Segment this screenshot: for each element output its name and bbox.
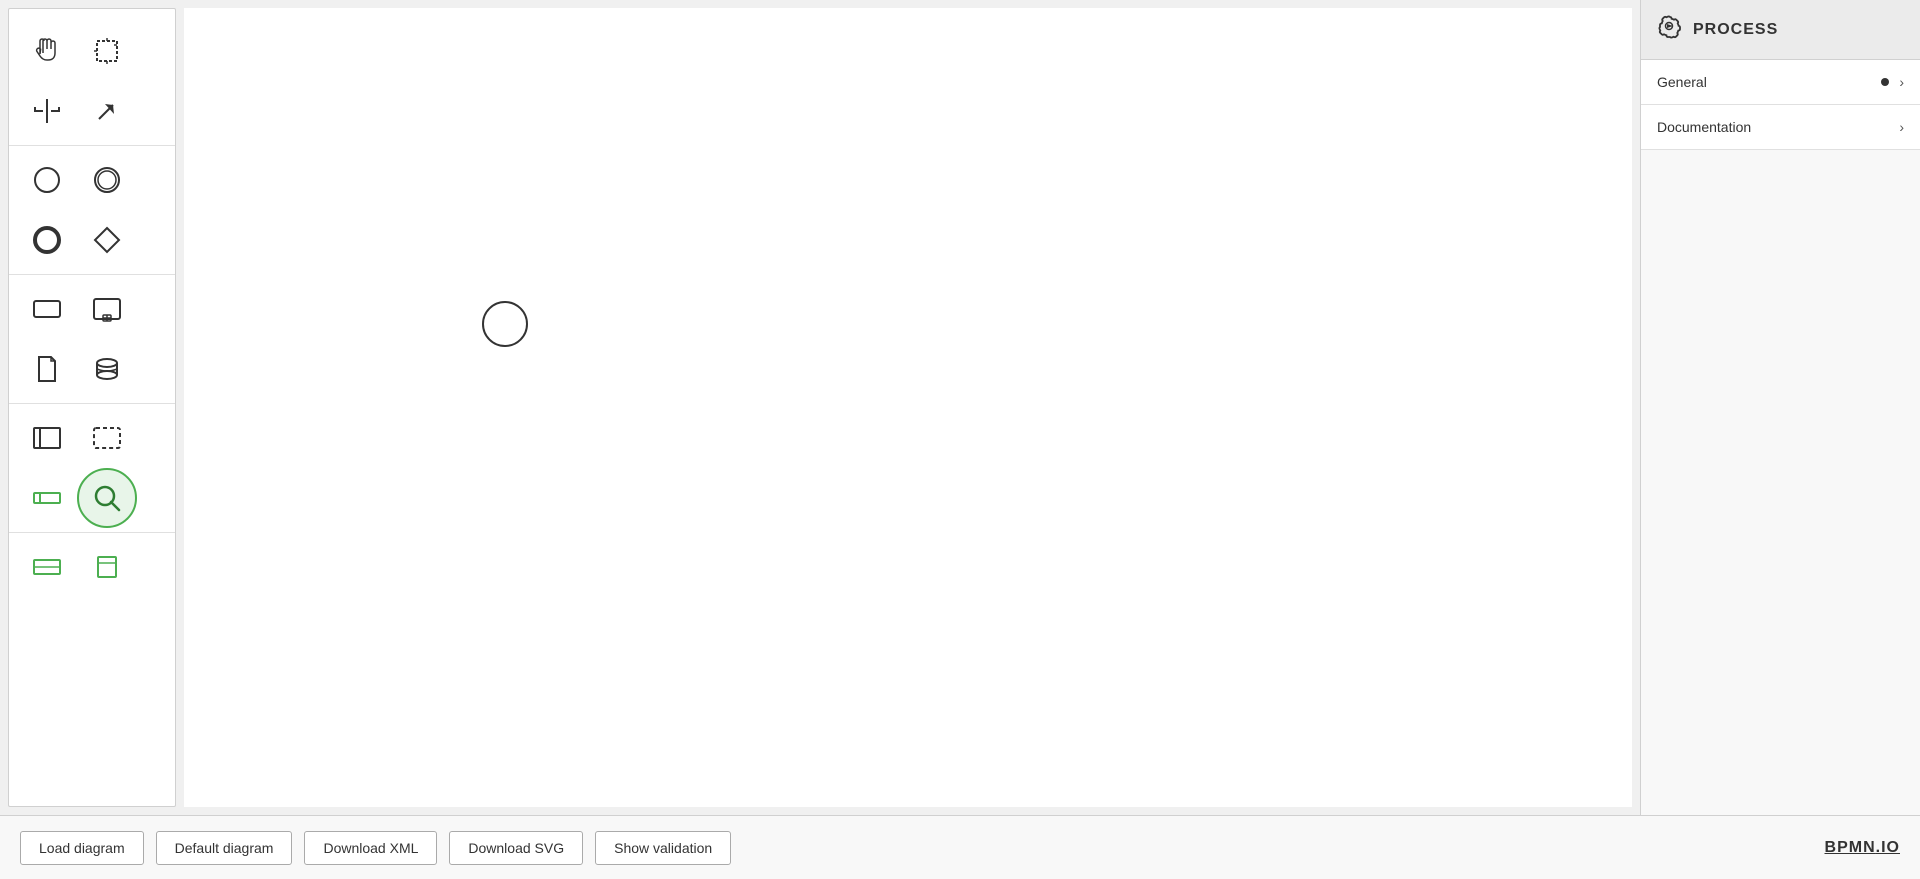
task-icon <box>29 291 65 327</box>
data-store-tool[interactable] <box>77 339 137 399</box>
start-event-icon <box>29 162 65 198</box>
right-panel: PROCESS General › Documentation › <box>1640 0 1920 815</box>
end-event-icon <box>29 222 65 258</box>
split-icon <box>29 93 65 129</box>
gear-play-icon <box>1657 14 1683 46</box>
find-tool[interactable] <box>77 468 137 528</box>
toolbar <box>8 8 176 807</box>
start-event-tool[interactable] <box>17 150 77 210</box>
marquee-select-tool[interactable] <box>77 21 137 81</box>
general-chevron-icon: › <box>1899 74 1904 90</box>
hand-icon <box>29 33 65 69</box>
arrow-icon <box>89 93 125 129</box>
bpmn-logo-text: BPMN.IO <box>1825 839 1900 856</box>
intermediate-event-tool[interactable] <box>77 150 137 210</box>
connect-tool[interactable] <box>77 81 137 141</box>
documentation-chevron-icon: › <box>1899 119 1904 135</box>
load-diagram-button[interactable]: Load diagram <box>20 831 144 865</box>
default-diagram-button[interactable]: Default diagram <box>156 831 293 865</box>
gear-play-svg <box>1657 14 1683 40</box>
main-container: PROCESS General › Documentation › <box>0 0 1920 815</box>
download-svg-button[interactable]: Download SVG <box>449 831 583 865</box>
hand-tool[interactable] <box>17 21 77 81</box>
toolbar-lane-section <box>9 533 175 601</box>
vertical-lane-icon <box>89 549 125 585</box>
pool-icon <box>29 420 65 456</box>
toolbar-events-section <box>9 146 175 275</box>
gateway-icon <box>89 222 125 258</box>
general-item-right: › <box>1881 74 1904 90</box>
data-store-icon <box>89 351 125 387</box>
subprocess-tool[interactable] <box>77 279 137 339</box>
collapsed-pool-icon <box>29 480 65 516</box>
subprocess-icon <box>89 291 125 327</box>
group-tool[interactable] <box>77 408 137 468</box>
documentation-panel-item[interactable]: Documentation › <box>1641 105 1920 150</box>
documentation-item-right: › <box>1899 119 1904 135</box>
bpmn-logo: BPMN.IO <box>1825 839 1900 857</box>
horizontal-lane-icon <box>29 549 65 585</box>
start-event-circle-svg <box>479 298 531 350</box>
vertical-lane-tool[interactable] <box>77 537 137 597</box>
magnifier-icon <box>89 480 125 516</box>
task-tool[interactable] <box>17 279 77 339</box>
toolbar-artifacts-section <box>9 275 175 404</box>
general-item-left: General <box>1657 74 1707 90</box>
end-event-tool[interactable] <box>17 210 77 270</box>
panel-header: PROCESS <box>1641 0 1920 60</box>
gateway-tool[interactable] <box>77 210 137 270</box>
toolbar-nav-section <box>9 17 175 146</box>
download-xml-button[interactable]: Download XML <box>304 831 437 865</box>
group-icon <box>89 420 125 456</box>
intermediate-event-icon <box>89 162 125 198</box>
marquee-icon <box>89 33 125 69</box>
data-object-icon <box>29 351 65 387</box>
panel-title: PROCESS <box>1693 21 1778 39</box>
canvas-area[interactable] <box>184 8 1632 807</box>
data-object-tool[interactable] <box>17 339 77 399</box>
collapsed-pool-tool[interactable] <box>17 468 77 528</box>
toolbar-pool-section <box>9 404 175 533</box>
horizontal-lane-tool[interactable] <box>17 537 77 597</box>
show-validation-button[interactable]: Show validation <box>595 831 731 865</box>
pool-tool[interactable] <box>17 408 77 468</box>
start-event-element[interactable] <box>479 298 531 355</box>
documentation-label: Documentation <box>1657 119 1751 135</box>
general-label: General <box>1657 74 1707 90</box>
split-tool[interactable] <box>17 81 77 141</box>
general-panel-item[interactable]: General › <box>1641 60 1920 105</box>
bottom-bar: Load diagram Default diagram Download XM… <box>0 815 1920 879</box>
documentation-item-left: Documentation <box>1657 119 1751 135</box>
general-dot <box>1881 78 1889 86</box>
